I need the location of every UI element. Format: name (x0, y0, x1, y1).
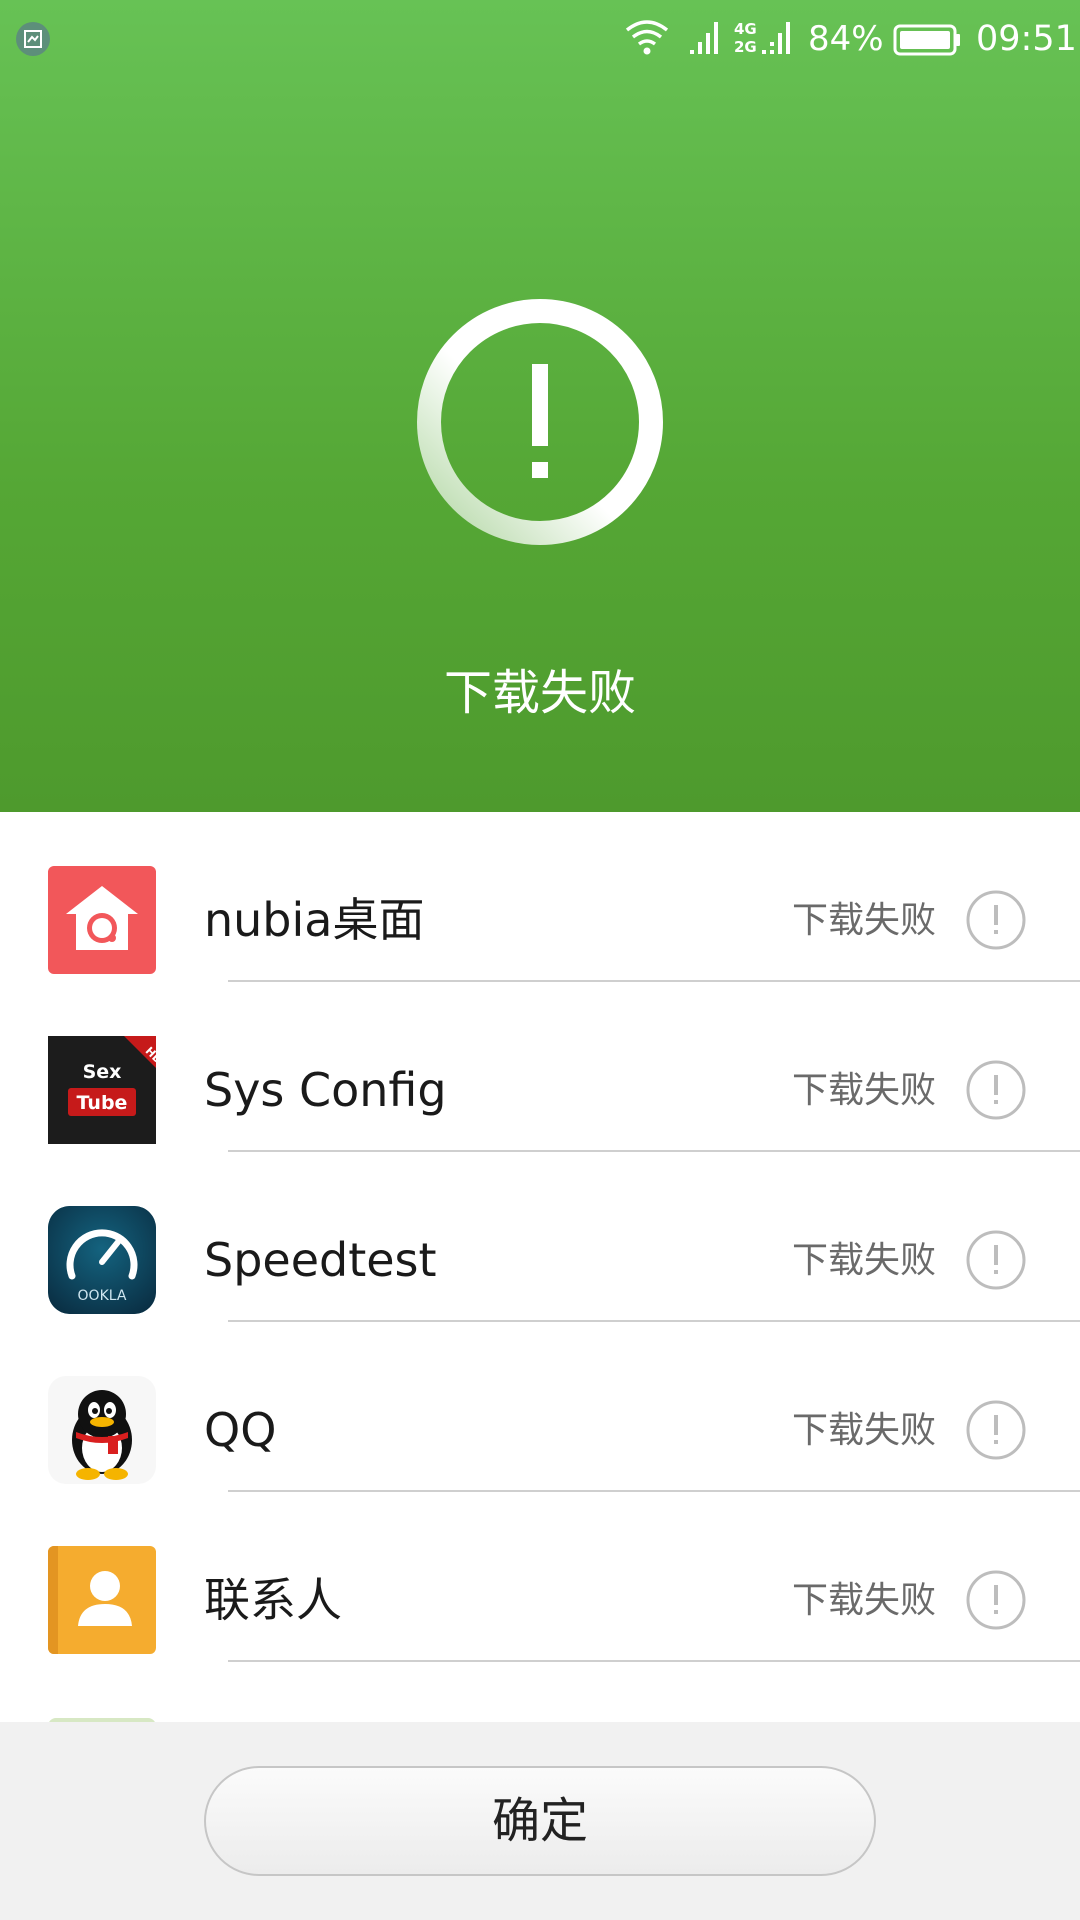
download-status: 下载失败 (792, 1240, 937, 1281)
download-result-header: 4G 2G 84% 09:51 下载失败 (0, 0, 1080, 812)
qq-penguin-icon (48, 1376, 156, 1484)
sextube-icon: HD Sex Tube (48, 1036, 156, 1144)
list-item[interactable]: QQ 下载失败 (0, 1322, 1080, 1492)
battery-percent: 84% (808, 19, 884, 59)
exclamation-icon[interactable] (966, 1570, 1026, 1630)
divider (228, 1660, 1080, 1662)
battery-icon (893, 24, 960, 56)
app-name: Sys Config (204, 1063, 447, 1117)
svg-text:OOKLA: OOKLA (78, 1288, 127, 1304)
app-name: nubia桌面 (204, 893, 425, 947)
exclamation-icon[interactable] (966, 890, 1026, 950)
download-status: 下载失败 (792, 1410, 937, 1451)
status-bar: 4G 2G 84% 09:51 (0, 0, 1080, 78)
list-item[interactable]: 联系人 下载失败 (0, 1492, 1080, 1662)
clock: 09:51 (976, 19, 1077, 59)
download-status-title: 下载失败 (443, 665, 636, 721)
svg-text:Sex: Sex (83, 1061, 122, 1083)
list-item[interactable]: HD Sex Tube Sys Config 下载失败 (0, 982, 1080, 1152)
exclamation-icon[interactable] (966, 1230, 1026, 1290)
download-status: 下载失败 (792, 900, 937, 941)
exclamation-icon[interactable] (966, 1060, 1026, 1120)
app-download-list[interactable]: nubia桌面 下载失败 HD Sex Tube Sys Config 下载失败 (0, 812, 1080, 1722)
speedtest-icon: OOKLA (48, 1206, 156, 1314)
svg-text:Tube: Tube (77, 1092, 128, 1114)
contacts-icon (48, 1546, 156, 1654)
confirm-button[interactable]: 确定 (204, 1766, 876, 1876)
list-item[interactable]: nubia桌面 下载失败 (0, 812, 1080, 982)
app-name: Speedtest (204, 1233, 437, 1287)
download-status: 下载失败 (792, 1580, 937, 1621)
exclamation-icon (417, 299, 663, 545)
app-name: QQ (204, 1403, 277, 1457)
wifi-icon (625, 20, 669, 55)
screenshot-icon (16, 22, 50, 56)
exclamation-icon[interactable] (966, 1400, 1026, 1460)
app-name: 联系人 (204, 1573, 342, 1627)
signal-icon (762, 22, 790, 54)
signal-icon (690, 22, 718, 54)
nubia-launcher-icon (48, 866, 156, 974)
list-item[interactable]: OOKLA Speedtest 下载失败 (0, 1152, 1080, 1322)
footer-bar: 确定 (0, 1722, 1080, 1920)
download-status: 下载失败 (792, 1070, 937, 1111)
